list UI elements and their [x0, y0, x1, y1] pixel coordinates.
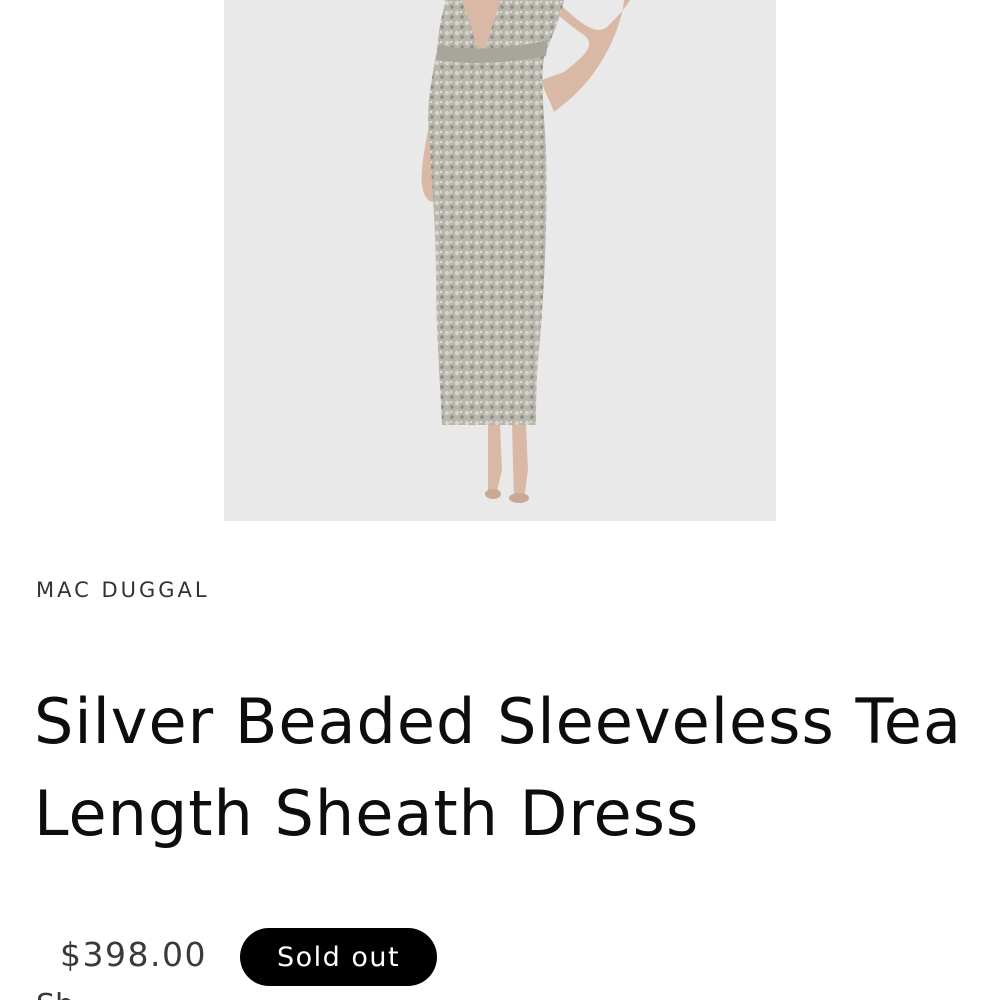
- shoe-shape: [509, 493, 529, 503]
- leg-shape: [512, 425, 528, 500]
- product-title: Silver Beaded Sleeveless Tea Length Shea…: [34, 685, 962, 850]
- dress-shape: [428, 0, 564, 425]
- partial-text-line: Sh: [36, 988, 74, 1000]
- product-image[interactable]: [224, 0, 776, 521]
- product-vendor: MAC DUGGAL: [36, 578, 210, 602]
- product-price: $398.00: [60, 935, 207, 974]
- dress-photo-illustration: [421, 0, 630, 503]
- shoe-shape: [485, 489, 501, 499]
- leg-shape: [488, 425, 502, 495]
- sold-out-badge: Sold out: [240, 928, 437, 986]
